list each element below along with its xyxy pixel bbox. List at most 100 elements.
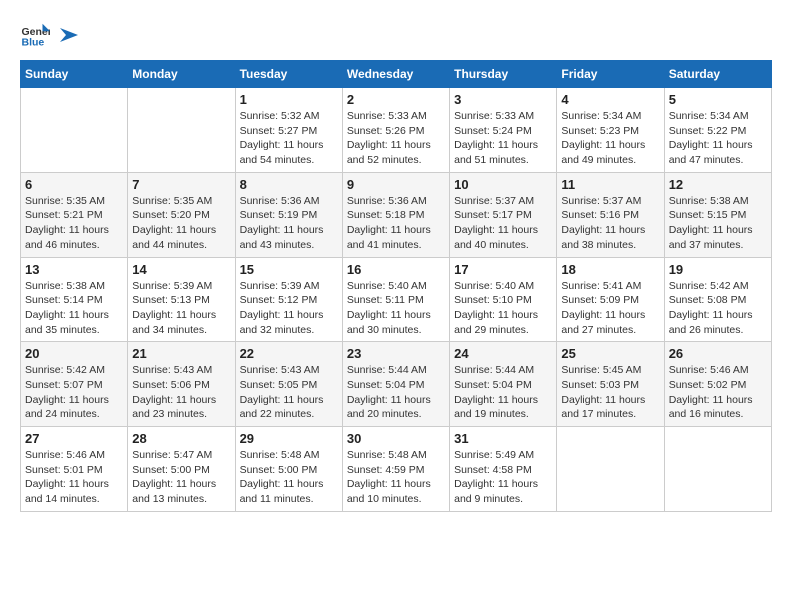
calendar-cell: 11 Sunrise: 5:37 AM Sunset: 5:16 PM Dayli… <box>557 172 664 257</box>
day-info: Sunrise: 5:42 AM Sunset: 5:08 PM Dayligh… <box>669 279 767 338</box>
calendar-cell <box>557 427 664 512</box>
day-number: 28 <box>132 431 230 446</box>
calendar-cell: 6Sunrise: 5:35 AM Sunset: 5:21 PM Daylig… <box>21 172 128 257</box>
calendar-cell: 16 Sunrise: 5:40 AM Sunset: 5:11 PM Dayli… <box>342 257 449 342</box>
calendar-week-row: 13 Sunrise: 5:38 AM Sunset: 5:14 PM Dayli… <box>21 257 772 342</box>
day-number: 20 <box>25 346 123 361</box>
day-info: Sunrise: 5:36 AM Sunset: 5:18 PM Dayligh… <box>347 194 445 253</box>
calendar-cell: 15 Sunrise: 5:39 AM Sunset: 5:12 PM Dayli… <box>235 257 342 342</box>
day-number: 3 <box>454 92 552 107</box>
calendar-cell: 14Sunrise: 5:39 AM Sunset: 5:13 PM Dayli… <box>128 257 235 342</box>
calendar-cell <box>128 88 235 173</box>
day-number: 18 <box>561 262 659 277</box>
day-number: 17 <box>454 262 552 277</box>
day-info: Sunrise: 5:34 AM Sunset: 5:22 PM Dayligh… <box>669 109 767 168</box>
calendar-cell: 4 Sunrise: 5:34 AM Sunset: 5:23 PM Daylig… <box>557 88 664 173</box>
day-number: 15 <box>240 262 338 277</box>
day-number: 9 <box>347 177 445 192</box>
day-number: 24 <box>454 346 552 361</box>
weekday-header-thursday: Thursday <box>450 61 557 88</box>
day-info: Sunrise: 5:44 AM Sunset: 5:04 PM Dayligh… <box>347 363 445 422</box>
day-number: 2 <box>347 92 445 107</box>
page-header: General Blue <box>20 20 772 50</box>
day-info: Sunrise: 5:44 AM Sunset: 5:04 PM Dayligh… <box>454 363 552 422</box>
calendar-cell: 28 Sunrise: 5:47 AM Sunset: 5:00 PM Dayli… <box>128 427 235 512</box>
calendar-cell: 31 Sunrise: 5:49 AM Sunset: 4:58 PM Dayli… <box>450 427 557 512</box>
calendar-week-row: 6Sunrise: 5:35 AM Sunset: 5:21 PM Daylig… <box>21 172 772 257</box>
day-info: Sunrise: 5:42 AM Sunset: 5:07 PM Dayligh… <box>25 363 123 422</box>
day-number: 11 <box>561 177 659 192</box>
day-info: Sunrise: 5:39 AM Sunset: 5:12 PM Dayligh… <box>240 279 338 338</box>
day-info: Sunrise: 5:32 AM Sunset: 5:27 PM Dayligh… <box>240 109 338 168</box>
calendar-week-row: 20 Sunrise: 5:42 AM Sunset: 5:07 PM Dayli… <box>21 342 772 427</box>
calendar-cell: 18 Sunrise: 5:41 AM Sunset: 5:09 PM Dayli… <box>557 257 664 342</box>
weekday-header-saturday: Saturday <box>664 61 771 88</box>
day-info: Sunrise: 5:33 AM Sunset: 5:26 PM Dayligh… <box>347 109 445 168</box>
day-info: Sunrise: 5:41 AM Sunset: 5:09 PM Dayligh… <box>561 279 659 338</box>
calendar-cell: 24 Sunrise: 5:44 AM Sunset: 5:04 PM Dayli… <box>450 342 557 427</box>
day-number: 6 <box>25 177 123 192</box>
calendar-header-row: SundayMondayTuesdayWednesdayThursdayFrid… <box>21 61 772 88</box>
day-number: 1 <box>240 92 338 107</box>
calendar-cell: 20 Sunrise: 5:42 AM Sunset: 5:07 PM Dayli… <box>21 342 128 427</box>
day-number: 7 <box>132 177 230 192</box>
calendar-week-row: 27 Sunrise: 5:46 AM Sunset: 5:01 PM Dayli… <box>21 427 772 512</box>
weekday-header-sunday: Sunday <box>21 61 128 88</box>
day-number: 27 <box>25 431 123 446</box>
day-info: Sunrise: 5:38 AM Sunset: 5:15 PM Dayligh… <box>669 194 767 253</box>
calendar-cell: 12 Sunrise: 5:38 AM Sunset: 5:15 PM Dayli… <box>664 172 771 257</box>
svg-text:Blue: Blue <box>22 37 45 49</box>
calendar-cell: 29 Sunrise: 5:48 AM Sunset: 5:00 PM Dayli… <box>235 427 342 512</box>
day-info: Sunrise: 5:46 AM Sunset: 5:01 PM Dayligh… <box>25 448 123 507</box>
weekday-header-tuesday: Tuesday <box>235 61 342 88</box>
day-info: Sunrise: 5:43 AM Sunset: 5:06 PM Dayligh… <box>132 363 230 422</box>
day-info: Sunrise: 5:46 AM Sunset: 5:02 PM Dayligh… <box>669 363 767 422</box>
weekday-header-friday: Friday <box>557 61 664 88</box>
calendar-cell <box>664 427 771 512</box>
calendar-cell: 27 Sunrise: 5:46 AM Sunset: 5:01 PM Dayli… <box>21 427 128 512</box>
calendar-cell: 3 Sunrise: 5:33 AM Sunset: 5:24 PM Daylig… <box>450 88 557 173</box>
day-number: 29 <box>240 431 338 446</box>
calendar-cell: 7Sunrise: 5:35 AM Sunset: 5:20 PM Daylig… <box>128 172 235 257</box>
day-info: Sunrise: 5:49 AM Sunset: 4:58 PM Dayligh… <box>454 448 552 507</box>
day-number: 22 <box>240 346 338 361</box>
day-number: 13 <box>25 262 123 277</box>
logo-arrow-icon <box>58 24 80 46</box>
day-number: 30 <box>347 431 445 446</box>
day-info: Sunrise: 5:48 AM Sunset: 5:00 PM Dayligh… <box>240 448 338 507</box>
calendar-cell: 19Sunrise: 5:42 AM Sunset: 5:08 PM Dayli… <box>664 257 771 342</box>
day-info: Sunrise: 5:33 AM Sunset: 5:24 PM Dayligh… <box>454 109 552 168</box>
day-number: 12 <box>669 177 767 192</box>
calendar-cell: 17Sunrise: 5:40 AM Sunset: 5:10 PM Dayli… <box>450 257 557 342</box>
day-number: 21 <box>132 346 230 361</box>
day-info: Sunrise: 5:47 AM Sunset: 5:00 PM Dayligh… <box>132 448 230 507</box>
logo-icon: General Blue <box>20 20 50 50</box>
day-number: 26 <box>669 346 767 361</box>
day-info: Sunrise: 5:37 AM Sunset: 5:16 PM Dayligh… <box>561 194 659 253</box>
calendar-cell: 22Sunrise: 5:43 AM Sunset: 5:05 PM Dayli… <box>235 342 342 427</box>
calendar-cell: 5 Sunrise: 5:34 AM Sunset: 5:22 PM Daylig… <box>664 88 771 173</box>
calendar-week-row: 1 Sunrise: 5:32 AM Sunset: 5:27 PM Daylig… <box>21 88 772 173</box>
calendar-cell: 13 Sunrise: 5:38 AM Sunset: 5:14 PM Dayli… <box>21 257 128 342</box>
day-info: Sunrise: 5:40 AM Sunset: 5:11 PM Dayligh… <box>347 279 445 338</box>
day-info: Sunrise: 5:37 AM Sunset: 5:17 PM Dayligh… <box>454 194 552 253</box>
day-number: 5 <box>669 92 767 107</box>
day-number: 8 <box>240 177 338 192</box>
calendar-cell: 1 Sunrise: 5:32 AM Sunset: 5:27 PM Daylig… <box>235 88 342 173</box>
day-number: 4 <box>561 92 659 107</box>
day-number: 31 <box>454 431 552 446</box>
day-info: Sunrise: 5:34 AM Sunset: 5:23 PM Dayligh… <box>561 109 659 168</box>
logo: General Blue <box>20 20 80 50</box>
day-number: 10 <box>454 177 552 192</box>
calendar-cell: 30 Sunrise: 5:48 AM Sunset: 4:59 PM Dayli… <box>342 427 449 512</box>
day-number: 14 <box>132 262 230 277</box>
calendar-cell: 23 Sunrise: 5:44 AM Sunset: 5:04 PM Dayli… <box>342 342 449 427</box>
calendar-cell: 10 Sunrise: 5:37 AM Sunset: 5:17 PM Dayli… <box>450 172 557 257</box>
weekday-header-wednesday: Wednesday <box>342 61 449 88</box>
day-info: Sunrise: 5:38 AM Sunset: 5:14 PM Dayligh… <box>25 279 123 338</box>
day-info: Sunrise: 5:48 AM Sunset: 4:59 PM Dayligh… <box>347 448 445 507</box>
day-number: 16 <box>347 262 445 277</box>
day-number: 23 <box>347 346 445 361</box>
calendar-cell: 21 Sunrise: 5:43 AM Sunset: 5:06 PM Dayli… <box>128 342 235 427</box>
calendar-cell: 26 Sunrise: 5:46 AM Sunset: 5:02 PM Dayli… <box>664 342 771 427</box>
